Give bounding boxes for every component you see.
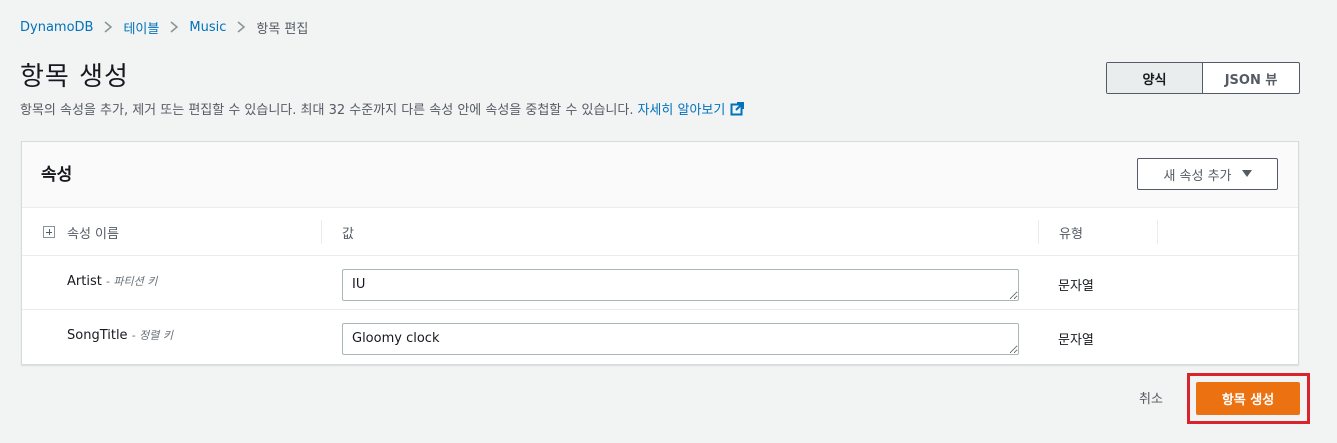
column-divider: [321, 220, 322, 244]
name-column-header: 속성 이름: [43, 208, 119, 256]
add-attribute-button[interactable]: 새 속성 추가: [1137, 158, 1278, 190]
breadcrumb-current: 항목 편집: [256, 21, 309, 37]
name-column-label: 속성 이름: [67, 226, 119, 242]
learn-more-link[interactable]: 자세히 알아보기: [637, 99, 745, 118]
column-divider: [1157, 220, 1158, 244]
value-column-header: 값: [342, 208, 354, 256]
column-divider: [1038, 220, 1039, 244]
breadcrumb: DynamoDB 테이블 Music 항목 편집: [20, 17, 308, 37]
value-column-label: 값: [342, 226, 354, 242]
add-attribute-label: 새 속성 추가: [1163, 168, 1232, 184]
cancel-button[interactable]: 취소: [1139, 388, 1163, 407]
external-link-icon: [730, 101, 745, 115]
type-column-header: 유형: [1059, 208, 1083, 256]
page-title: 항목 생성: [20, 62, 129, 92]
chevron-right-icon: [93, 20, 123, 35]
panel-title: 속성: [41, 165, 73, 185]
attribute-value-input[interactable]: Gloomy clock: [342, 323, 1019, 355]
attribute-name: SongTitle - 정렬 키: [67, 327, 173, 343]
view-toggle: 양식 JSON 뷰: [1106, 62, 1300, 94]
form-view-button[interactable]: 양식: [1107, 63, 1203, 93]
caret-down-icon: [1241, 170, 1252, 177]
description-text: 항목의 속성을 추가, 제거 또는 편집할 수 있습니다. 최대 32 수준까지…: [20, 103, 634, 118]
breadcrumb-tables[interactable]: 테이블: [123, 18, 159, 37]
attribute-value-input[interactable]: IU: [342, 269, 1019, 301]
table-header: 속성 이름 값 유형: [22, 208, 1298, 256]
chevron-right-icon: [226, 20, 256, 35]
learn-more-label: 자세히 알아보기: [637, 103, 726, 118]
key-type-label: - 파티션 키: [105, 275, 158, 288]
table-row: SongTitle - 정렬 키 Gloomy clock 문자열: [22, 310, 1298, 364]
breadcrumb-music[interactable]: Music: [189, 20, 226, 35]
type-column-label: 유형: [1059, 226, 1083, 242]
table-row: Artist - 파티션 키 IU 문자열: [22, 256, 1298, 310]
key-type-label: - 정렬 키: [131, 329, 174, 342]
panel-header: 속성 새 속성 추가: [22, 142, 1298, 208]
chevron-right-icon: [159, 20, 189, 35]
create-item-button[interactable]: 항목 생성: [1196, 382, 1300, 415]
attribute-name-text: Artist: [67, 274, 102, 289]
breadcrumb-dynamodb[interactable]: DynamoDB: [20, 20, 93, 35]
attribute-type: 문자열: [1058, 333, 1094, 348]
json-view-button[interactable]: JSON 뷰: [1203, 63, 1299, 93]
expand-all-icon[interactable]: [43, 226, 55, 238]
attribute-name-text: SongTitle: [67, 328, 128, 343]
attribute-type: 문자열: [1058, 279, 1094, 294]
attributes-panel: 속성 새 속성 추가 속성 이름 값 유형 Artist - 파티션 키 IU …: [21, 141, 1299, 365]
attribute-name: Artist - 파티션 키: [67, 273, 157, 289]
page-description: 항목의 속성을 추가, 제거 또는 편집할 수 있습니다. 최대 32 수준까지…: [20, 99, 745, 118]
